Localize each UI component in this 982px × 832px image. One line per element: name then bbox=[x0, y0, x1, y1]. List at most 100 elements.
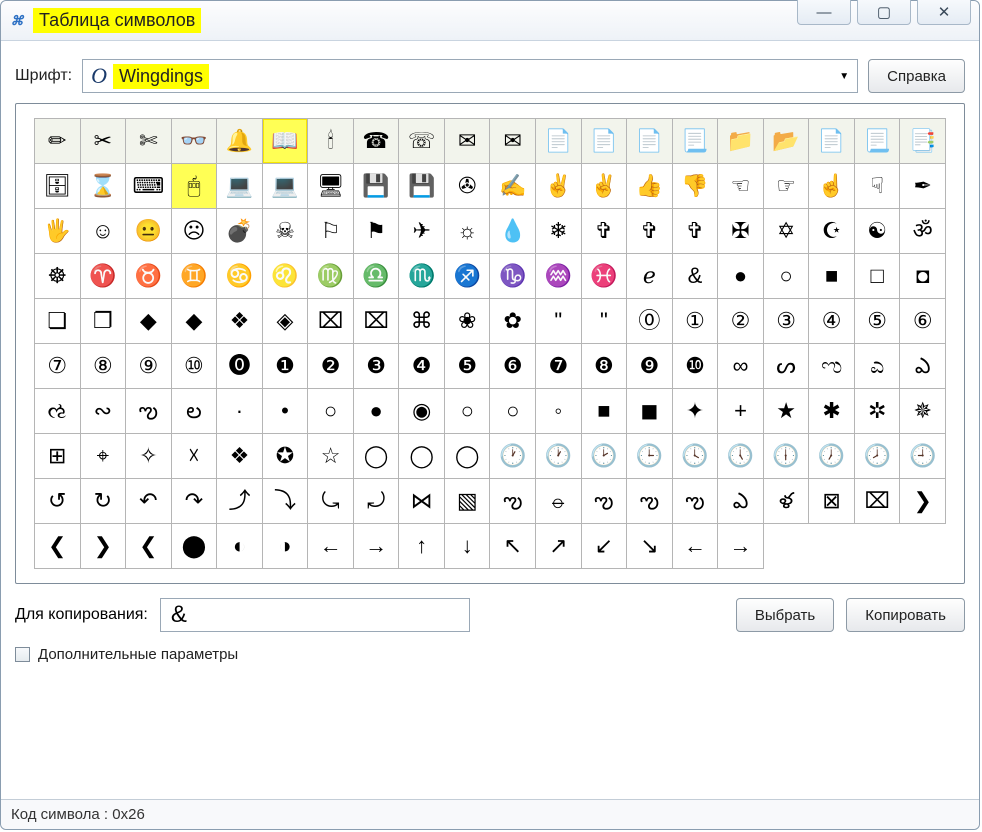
char-cell[interactable]: ⌧ bbox=[308, 299, 354, 344]
char-cell[interactable]: ☜ bbox=[718, 164, 764, 209]
char-cell[interactable]: ■ bbox=[809, 254, 855, 299]
char-cell[interactable]: ❶ bbox=[263, 344, 309, 389]
char-cell[interactable]: ∾ bbox=[81, 389, 127, 434]
char-cell[interactable]: ✱ bbox=[809, 389, 855, 434]
char-cell[interactable]: ⤵ bbox=[263, 479, 309, 524]
char-cell[interactable]: ↖ bbox=[490, 524, 536, 569]
char-cell[interactable]: ♓ bbox=[582, 254, 628, 299]
char-cell[interactable]: ❯ bbox=[900, 479, 946, 524]
char-cell[interactable]: ◈ bbox=[263, 299, 309, 344]
char-cell[interactable]: " bbox=[582, 299, 628, 344]
char-cell[interactable]: ❯ bbox=[81, 524, 127, 569]
char-cell[interactable]: ✂ bbox=[81, 119, 127, 164]
char-cell[interactable]: ↻ bbox=[81, 479, 127, 524]
char-cell[interactable]: ◦ bbox=[536, 389, 582, 434]
char-cell[interactable]: ⤴ bbox=[217, 479, 263, 524]
char-cell[interactable]: 🖐 bbox=[35, 209, 81, 254]
char-cell[interactable]: 🖱 bbox=[172, 164, 218, 209]
char-cell[interactable]: ∞ bbox=[718, 344, 764, 389]
char-cell[interactable]: ◘ bbox=[900, 254, 946, 299]
char-cell[interactable]: ⋈ bbox=[399, 479, 445, 524]
char-cell[interactable]: ■ bbox=[582, 389, 628, 434]
char-cell[interactable]: ⌧ bbox=[855, 479, 901, 524]
char-cell[interactable]: ◯ bbox=[399, 434, 445, 479]
char-cell[interactable]: ✿ bbox=[490, 299, 536, 344]
char-cell[interactable]: ఎ bbox=[900, 344, 946, 389]
char-cell[interactable]: 📃 bbox=[855, 119, 901, 164]
char-cell[interactable]: ✲ bbox=[855, 389, 901, 434]
char-cell[interactable]: ● bbox=[354, 389, 400, 434]
char-cell[interactable]: → bbox=[718, 524, 764, 569]
char-cell[interactable]: ❹ bbox=[399, 344, 445, 389]
char-cell[interactable]: 🕗 bbox=[855, 434, 901, 479]
char-cell[interactable]: ❾ bbox=[627, 344, 673, 389]
char-cell[interactable]: + bbox=[718, 389, 764, 434]
char-cell[interactable]: 👓 bbox=[172, 119, 218, 164]
char-cell[interactable]: ☟ bbox=[855, 164, 901, 209]
char-cell[interactable]: ⑧ bbox=[81, 344, 127, 389]
char-cell[interactable]: ⤿ bbox=[308, 479, 354, 524]
char-cell[interactable]: ♊ bbox=[172, 254, 218, 299]
char-cell[interactable]: ⑤ bbox=[855, 299, 901, 344]
char-cell[interactable]: ఌ bbox=[582, 479, 628, 524]
char-cell[interactable]: ⓿ bbox=[217, 344, 263, 389]
char-cell[interactable]: ఌ bbox=[126, 389, 172, 434]
char-cell[interactable]: ⓪ bbox=[627, 299, 673, 344]
char-cell[interactable]: ✧ bbox=[126, 434, 172, 479]
char-cell[interactable]: ✒ bbox=[900, 164, 946, 209]
maximize-button[interactable]: ▢ bbox=[857, 0, 911, 25]
char-cell[interactable]: ← bbox=[673, 524, 719, 569]
char-cell[interactable]: ⊠ bbox=[809, 479, 855, 524]
char-cell[interactable]: ❽ bbox=[582, 344, 628, 389]
char-cell[interactable]: ☞ bbox=[764, 164, 810, 209]
char-cell[interactable]: ◯ bbox=[354, 434, 400, 479]
minimize-button[interactable]: — bbox=[797, 0, 851, 25]
char-cell[interactable]: ♐ bbox=[445, 254, 491, 299]
char-cell[interactable]: ↶ bbox=[126, 479, 172, 524]
char-cell[interactable]: → bbox=[354, 524, 400, 569]
char-cell[interactable]: 📖 bbox=[263, 119, 309, 164]
char-cell[interactable]: 📁 bbox=[718, 119, 764, 164]
char-cell[interactable]: 🕐 bbox=[536, 434, 582, 479]
char-cell[interactable]: ఌ bbox=[490, 479, 536, 524]
char-cell[interactable]: ♎ bbox=[354, 254, 400, 299]
char-cell[interactable]: ↙ bbox=[582, 524, 628, 569]
char-cell[interactable]: ⦵ bbox=[536, 479, 582, 524]
char-cell[interactable]: ◑ bbox=[263, 524, 309, 569]
char-cell[interactable]: ◯ bbox=[445, 434, 491, 479]
char-cell[interactable]: ◆ bbox=[126, 299, 172, 344]
char-cell[interactable]: ⑦ bbox=[35, 344, 81, 389]
char-cell[interactable]: ☓ bbox=[172, 434, 218, 479]
char-cell[interactable]: ● bbox=[718, 254, 764, 299]
char-cell[interactable]: ❐ bbox=[81, 299, 127, 344]
select-button[interactable]: Выбрать bbox=[736, 598, 834, 632]
char-cell[interactable]: ○ bbox=[490, 389, 536, 434]
char-cell[interactable]: ⚐ bbox=[308, 209, 354, 254]
char-cell[interactable]: ↷ bbox=[172, 479, 218, 524]
char-cell[interactable]: 💾 bbox=[399, 164, 445, 209]
char-cell[interactable]: 💾 bbox=[354, 164, 400, 209]
char-cell[interactable]: ☼ bbox=[445, 209, 491, 254]
char-cell[interactable]: ▧ bbox=[445, 479, 491, 524]
char-cell[interactable]: ⌖ bbox=[81, 434, 127, 479]
char-cell[interactable]: " bbox=[536, 299, 582, 344]
char-cell[interactable]: ☺ bbox=[81, 209, 127, 254]
char-cell[interactable]: ಎ bbox=[855, 344, 901, 389]
char-cell[interactable]: 🗄 bbox=[35, 164, 81, 209]
char-cell[interactable]: 🕑 bbox=[582, 434, 628, 479]
char-cell[interactable]: ♌ bbox=[263, 254, 309, 299]
char-cell[interactable]: ✌ bbox=[536, 164, 582, 209]
char-cell[interactable]: ↓ bbox=[445, 524, 491, 569]
char-cell[interactable]: ♉ bbox=[126, 254, 172, 299]
char-cell[interactable]: ✈ bbox=[399, 209, 445, 254]
char-cell[interactable]: ✠ bbox=[718, 209, 764, 254]
char-cell[interactable]: · bbox=[217, 389, 263, 434]
char-cell[interactable]: ♈ bbox=[81, 254, 127, 299]
char-cell[interactable]: ❷ bbox=[308, 344, 354, 389]
char-cell[interactable]: ↘ bbox=[627, 524, 673, 569]
char-cell[interactable]: ❼ bbox=[536, 344, 582, 389]
char-cell[interactable]: 🔔 bbox=[217, 119, 263, 164]
char-cell[interactable]: ಌ bbox=[809, 344, 855, 389]
char-cell[interactable]: ❿ bbox=[673, 344, 719, 389]
char-cell[interactable]: • bbox=[263, 389, 309, 434]
